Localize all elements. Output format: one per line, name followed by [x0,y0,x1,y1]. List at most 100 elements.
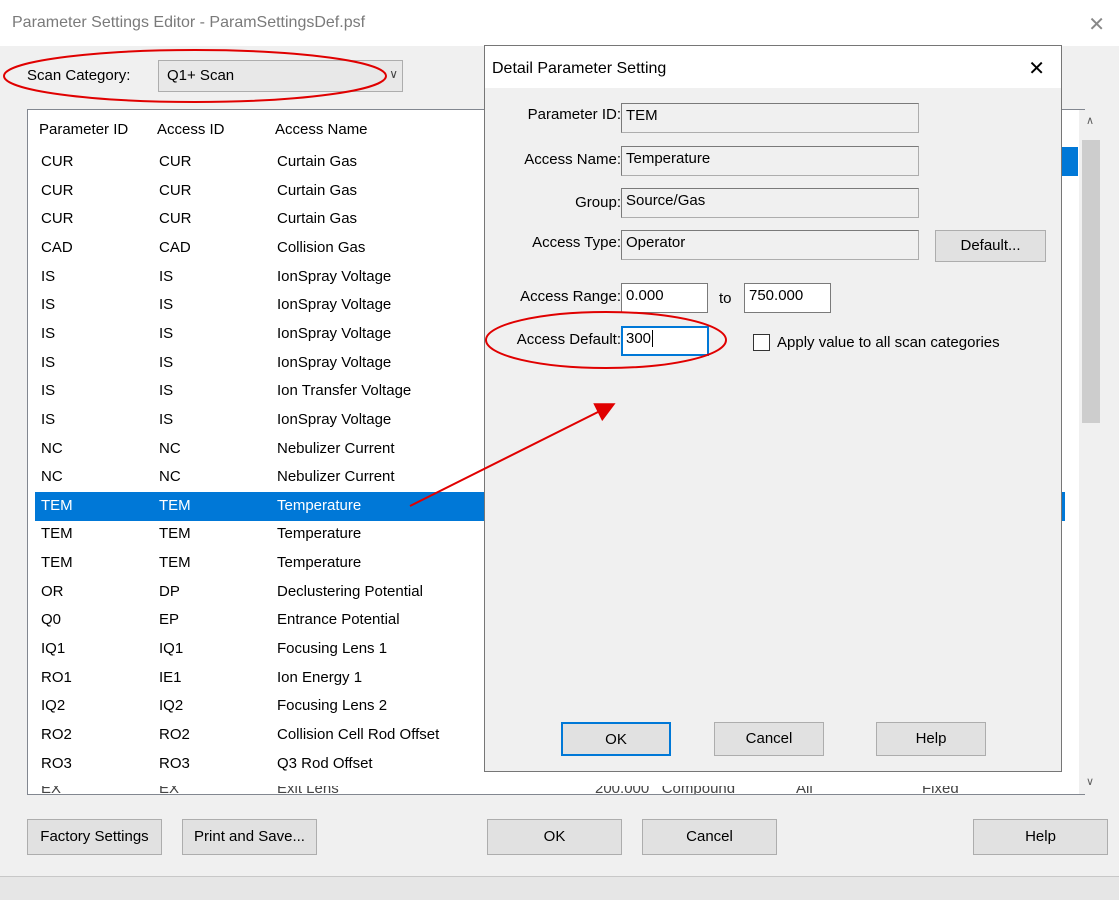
column-header-access-name[interactable]: Access Name [275,121,368,138]
table-cell: IQ1 [159,640,184,658]
table-cell: IQ1 [41,640,66,658]
table-cell: IonSpray Voltage [277,296,392,314]
scrollbar-thumb[interactable] [1082,140,1100,423]
access-range-label: Access Range: [520,288,621,305]
scan-category-value: Q1+ Scan [167,67,235,84]
range-to-label: to [719,290,732,307]
table-cell: Curtain Gas [277,181,358,199]
table-cell: Curtain Gas [277,210,358,228]
table-cell: CAD [41,238,73,256]
table-cell: IonSpray Voltage [277,353,392,371]
dialog-title-bar: Detail Parameter Setting ✕ [485,46,1061,88]
help-button[interactable]: Help [973,819,1108,855]
access-range-max-input[interactable]: 750.000 [744,283,831,313]
table-cell: Declustering Potential [277,582,423,600]
table-cell: TEM [41,496,73,514]
table-cell: IS [41,324,56,342]
group-field: Source/Gas [621,188,919,218]
dialog-help-button[interactable]: Help [876,722,986,756]
column-header-access-id[interactable]: Access ID [157,121,225,138]
table-cell: RO2 [159,726,190,743]
cancel-button[interactable]: Cancel [642,819,777,855]
table-cell: IS [41,382,56,400]
table-cell: CAD [159,238,191,256]
table-cell: RO3 [159,754,190,772]
table-cell: CUR [41,181,74,199]
table-cell: TEM [159,525,191,543]
table-cell: CUR [159,181,192,199]
close-icon[interactable]: ✕ [1088,12,1105,37]
window-title: Parameter Settings Editor - ParamSetting… [12,14,366,31]
access-name-field: Temperature [621,146,919,176]
group-label: Group: [575,194,621,211]
table-cell: CUR [159,210,192,228]
table-cell: Collision Cell Rod Offset [277,726,440,743]
access-range-min-input[interactable]: 0.000 [621,283,708,313]
table-cell: TEM [159,554,191,572]
table-cell: NC [159,439,181,457]
table-cell: IQ2 [41,697,66,715]
table-cell: Collision Gas [277,238,366,256]
access-default-input[interactable]: 300 [621,326,709,356]
default-button[interactable]: Default... [935,230,1046,262]
parameter-id-label: Parameter ID: [527,106,621,123]
table-cell: IS [41,410,56,428]
vertical-scrollbar[interactable]: ∧ ∨ [1079,110,1103,794]
table-cell: RO2 [41,726,72,743]
access-type-label: Access Type: [532,234,621,251]
table-cell: CUR [159,153,192,170]
table-cell: NC [41,439,63,457]
table-cell: CUR [41,153,74,170]
parameter-settings-editor-window: Parameter Settings Editor - ParamSetting… [0,0,1119,900]
table-cell: Temperature [277,525,362,543]
table-cell: TEM [41,525,73,543]
scan-category-select[interactable]: Q1+ Scan ∨ [158,60,403,92]
dialog-close-icon[interactable]: ✕ [1028,56,1045,81]
table-cell: Ion Energy 1 [277,668,363,686]
scroll-up-icon[interactable]: ∧ [1086,114,1094,127]
scan-category-label: Scan Category: [27,67,131,84]
table-cell: IS [159,382,174,400]
table-cell: Nebulizer Current [277,468,395,486]
table-cell: Curtain Gas [277,153,358,170]
table-cell: DP [159,582,180,600]
ok-button[interactable]: OK [487,819,622,855]
table-cell: Q0 [41,611,62,629]
selected-row-edge [1062,147,1078,176]
table-cell: OR [41,582,64,600]
table-cell: IS [41,296,56,314]
parameter-id-field: TEM [621,103,919,133]
access-name-label: Access Name: [524,151,621,168]
dialog-cancel-button[interactable]: Cancel [714,722,824,756]
table-cell: Temperature [277,496,362,514]
dialog-ok-button[interactable]: OK [561,722,671,756]
table-cell: EP [159,611,180,629]
partially-hidden-row: EX EX Exit Lens 200.000 Compound All Fix… [41,786,959,795]
access-default-label: Access Default: [516,331,621,348]
table-cell: TEM [41,554,73,572]
table-cell: Focusing Lens 1 [277,640,388,658]
table-cell: NC [159,468,181,486]
title-bar: Parameter Settings Editor - ParamSetting… [0,0,1119,46]
table-cell: RO3 [41,754,72,772]
table-cell: IS [159,296,174,314]
print-and-save-button[interactable]: Print and Save... [182,819,317,855]
table-cell: IS [159,267,174,285]
table-cell: IQ2 [159,697,184,715]
scroll-down-icon[interactable]: ∨ [1086,775,1094,788]
apply-all-checkbox[interactable] [753,334,770,351]
table-cell: NC [41,468,63,486]
table-cell: IS [41,353,56,371]
table-cell: IS [159,410,174,428]
table-cell: IonSpray Voltage [277,410,392,428]
table-cell: RO1 [41,668,72,686]
factory-settings-button[interactable]: Factory Settings [27,819,162,855]
column-header-parameter-id[interactable]: Parameter ID [39,121,128,138]
access-default-value: 300 [626,330,652,347]
table-cell: IS [41,267,56,285]
table-cell: IS [159,353,174,371]
dialog-title: Detail Parameter Setting [492,60,667,77]
chevron-down-icon[interactable]: ∨ [389,67,398,81]
table-cell: Entrance Potential [277,611,400,629]
apply-all-label: Apply value to all scan categories [777,334,1000,351]
